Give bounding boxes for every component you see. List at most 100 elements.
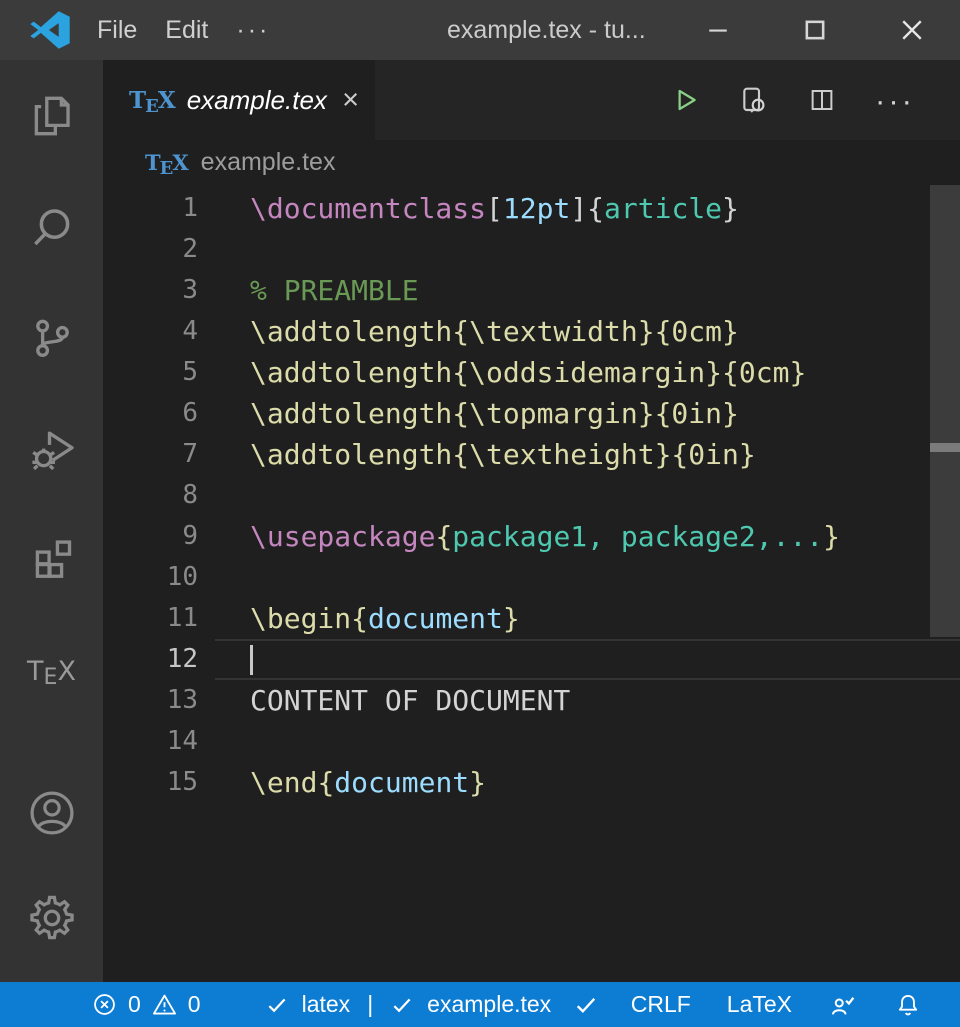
code-line-3[interactable]: 3% PREAMBLE	[103, 270, 960, 311]
line-content[interactable]: \documentclass[12pt]{article}	[215, 188, 960, 229]
menu-file[interactable]: File	[83, 0, 151, 60]
menu-bar: File Edit ···	[83, 0, 284, 60]
line-content[interactable]: \addtolength{\textheight}{0in}	[215, 434, 960, 475]
activity-bar: TEX	[0, 60, 103, 982]
status-bar-right: CRLF LaTeX	[631, 990, 922, 1020]
tab-label: example.tex	[187, 85, 327, 116]
code-line-12[interactable]: 12	[103, 639, 960, 680]
line-content[interactable]	[215, 557, 960, 598]
warning-icon	[152, 992, 177, 1017]
code-line-2[interactable]: 2	[103, 229, 960, 270]
view-pdf-magnifier-icon[interactable]	[737, 84, 769, 116]
editor-scrollbar[interactable]	[930, 185, 960, 982]
separator: |	[363, 991, 377, 1018]
line-number: 13	[103, 680, 215, 721]
line-content[interactable]: \end{document}	[215, 762, 960, 803]
line-content[interactable]: \usepackage{package1, package2,...}	[215, 516, 960, 557]
line-content[interactable]	[215, 721, 960, 762]
feedback-icon[interactable]	[828, 990, 858, 1020]
breadcrumb[interactable]: TEX example.tex	[103, 140, 960, 185]
latex-build-status[interactable]: latex | example.tex	[265, 991, 552, 1018]
code-lines: 1\documentclass[12pt]{article}23% PREAMB…	[103, 188, 960, 803]
line-number: 12	[103, 639, 215, 680]
code-line-4[interactable]: 4\addtolength{\textwidth}{0cm}	[103, 311, 960, 352]
vscode-window: File Edit ··· example.tex - tu...	[0, 0, 960, 1027]
line-number: 1	[103, 188, 215, 229]
maximize-button[interactable]	[766, 0, 863, 60]
line-number: 14	[103, 721, 215, 762]
code-line-13[interactable]: 13CONTENT OF DOCUMENT	[103, 680, 960, 721]
search-icon[interactable]	[26, 201, 78, 253]
code-line-10[interactable]: 10	[103, 557, 960, 598]
code-line-11[interactable]: 11\begin{document}	[103, 598, 960, 639]
line-content[interactable]: \begin{document}	[215, 598, 960, 639]
run-debug-icon[interactable]	[26, 423, 78, 475]
more-actions-icon[interactable]: ···	[875, 85, 915, 116]
window-title: example.tex - tu...	[447, 0, 646, 60]
tex-file-icon: TEX	[145, 150, 188, 175]
line-number: 11	[103, 598, 215, 639]
code-editor[interactable]: 1\documentclass[12pt]{article}23% PREAMB…	[103, 185, 960, 982]
line-number: 4	[103, 311, 215, 352]
menu-edit[interactable]: Edit	[151, 0, 222, 60]
split-editor-icon[interactable]	[807, 85, 837, 115]
line-content[interactable]: CONTENT OF DOCUMENT	[215, 680, 960, 721]
minimize-button[interactable]	[669, 0, 766, 60]
code-line-1[interactable]: 1\documentclass[12pt]{article}	[103, 188, 960, 229]
bell-icon[interactable]	[894, 991, 922, 1019]
check-icon	[265, 993, 289, 1017]
line-number: 15	[103, 762, 215, 803]
error-count: 0	[128, 991, 141, 1018]
line-content[interactable]	[215, 475, 960, 516]
language-mode[interactable]: LaTeX	[727, 991, 792, 1018]
line-number: 2	[103, 229, 215, 270]
code-line-5[interactable]: 5\addtolength{\oddsidemargin}{0cm}	[103, 352, 960, 393]
build-label: latex	[302, 991, 351, 1018]
line-number: 10	[103, 557, 215, 598]
code-line-9[interactable]: 9\usepackage{package1, package2,...}	[103, 516, 960, 557]
warning-count: 0	[188, 991, 201, 1018]
error-icon	[92, 992, 117, 1017]
code-line-6[interactable]: 6\addtolength{\topmargin}{0in}	[103, 393, 960, 434]
overview-ruler-cursor-marker	[930, 443, 960, 452]
line-content[interactable]: \addtolength{\textwidth}{0cm}	[215, 311, 960, 352]
settings-gear-icon[interactable]	[26, 892, 78, 944]
code-line-14[interactable]: 14	[103, 721, 960, 762]
files-explorer-icon[interactable]	[26, 90, 78, 142]
code-line-8[interactable]: 8	[103, 475, 960, 516]
close-button[interactable]	[863, 0, 960, 60]
title-bar: File Edit ··· example.tex - tu...	[0, 0, 960, 60]
window-controls	[669, 0, 960, 60]
line-number: 8	[103, 475, 215, 516]
tab-bar: TEX example.tex ×	[103, 60, 960, 140]
extensions-icon[interactable]	[26, 534, 78, 586]
scrollbar-slider[interactable]	[930, 185, 960, 637]
document-parsed-check[interactable]	[573, 992, 599, 1018]
line-content[interactable]: % PREAMBLE	[215, 270, 960, 311]
editor-actions: ···	[669, 60, 960, 140]
line-content[interactable]: \addtolength{\oddsidemargin}{0cm}	[215, 352, 960, 393]
tab-example-tex[interactable]: TEX example.tex ×	[103, 60, 375, 140]
breadcrumb-file-name: example.tex	[201, 148, 336, 177]
problems-indicator[interactable]: 0 0	[92, 991, 201, 1018]
vscode-logo-icon	[27, 7, 73, 53]
line-number: 7	[103, 434, 215, 475]
code-line-15[interactable]: 15\end{document}	[103, 762, 960, 803]
build-play-icon[interactable]	[669, 85, 699, 115]
latex-workshop-tex-icon[interactable]: TEX	[26, 645, 78, 697]
menu-overflow[interactable]: ···	[222, 0, 284, 60]
line-content[interactable]	[215, 639, 960, 680]
file-label: example.tex	[427, 991, 551, 1018]
line-content[interactable]: \addtolength{\topmargin}{0in}	[215, 393, 960, 434]
tab-close-icon[interactable]: ×	[342, 86, 359, 115]
source-control-icon[interactable]	[26, 312, 78, 364]
line-number: 6	[103, 393, 215, 434]
account-icon[interactable]	[26, 787, 78, 839]
line-number: 3	[103, 270, 215, 311]
status-bar: 0 0 latex | example.tex CRLF LaTeX	[0, 982, 960, 1027]
check-icon	[573, 992, 599, 1018]
eol-indicator[interactable]: CRLF	[631, 991, 691, 1018]
code-line-7[interactable]: 7\addtolength{\textheight}{0in}	[103, 434, 960, 475]
line-number: 5	[103, 352, 215, 393]
line-content[interactable]	[215, 229, 960, 270]
